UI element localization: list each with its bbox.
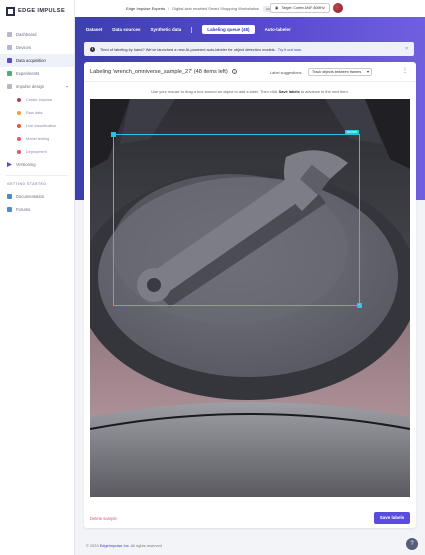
live-classification-icon [17,123,21,128]
sidebar-item-impulse-design[interactable]: Impulse design ▾ [0,80,74,93]
footer: © 2024 EdgeImpulse Inc. All rights reser… [86,543,162,548]
sidebar-item-dashboard[interactable]: Dashboard [0,28,74,41]
sidebar-subitem-label: Raw data [26,110,43,115]
bbox-move-handle[interactable] [111,132,116,137]
auto-labeler-alert: i Tired of labeling by hand? We've launc… [84,42,414,56]
labeling-card: Labeling 'wrench_omniverse_sample_27' (4… [84,62,416,528]
delete-sample-link[interactable]: Delete sample [90,516,117,521]
raw-data-icon [17,110,21,115]
chevron-down-icon: ▾ [65,84,68,89]
footer-brand-link[interactable]: EdgeImpulse Inc. [100,543,130,548]
label-suggestions-select[interactable]: Track objects between frames [308,68,372,76]
tab-data-sources[interactable]: Data sources [112,27,140,32]
tab-divider [191,26,193,33]
create-impulse-icon [17,97,21,102]
sidebar-item-label: Documentation [16,194,45,199]
sidebar: EDGE IMPULSE Dashboard Devices Data acqu… [0,0,75,555]
instruction-pre: Use your mouse to drag a box around an o… [151,89,278,94]
forums-icon [7,207,12,212]
getting-started-heading: GETTING STARTED [7,182,47,186]
labeling-canvas[interactable]: wrench ⤡ [90,99,410,497]
save-labels-button[interactable]: Save labels [374,512,410,524]
tab-auto-labeler[interactable]: Auto-labeler [265,27,291,32]
sidebar-subitem-create-impulse[interactable]: Create impulse [0,93,74,106]
sidebar-item-forums[interactable]: Forums [0,203,74,216]
sidebar-item-label: Data acquisition [16,58,46,63]
sidebar-item-label: Forums [16,207,31,212]
target-device-label: Target: Cortex-M4F 80MHz [281,6,325,10]
dashboard-icon [7,32,12,37]
documentation-icon [7,194,12,199]
labeling-instruction: Use your mouse to drag a box around an o… [84,89,416,94]
resize-icon[interactable]: ⤡ [357,303,362,308]
label-suggestions-label: Label suggestions: [270,70,303,75]
instruction-bold: Save labels [278,89,300,94]
sidebar-item-devices[interactable]: Devices [0,41,74,54]
sidebar-nav: Dashboard Devices Data acquisition Exper… [0,28,74,216]
sidebar-item-documentation[interactable]: Documentation [0,190,74,203]
sidebar-item-versioning[interactable]: Versioning [0,158,74,171]
bounding-box[interactable]: wrench ⤡ [111,130,362,308]
sidebar-item-experiments[interactable]: Experiments [0,67,74,80]
labeling-title-text: Labeling 'wrench_omniverse_sample_27' (4… [90,69,228,75]
card-divider [84,81,416,82]
tab-dataset[interactable]: Dataset [86,27,102,32]
help-icon[interactable]: ? [406,538,418,550]
sidebar-subitem-deployment[interactable]: Deployment [0,145,74,158]
alert-link[interactable]: Try it out now. [278,47,302,52]
brand-logo[interactable]: EDGE IMPULSE [0,0,74,22]
impulse-icon [7,84,12,89]
sidebar-subitem-label: Deployment [26,149,47,154]
sidebar-subitem-label: Live classification [26,123,57,128]
sidebar-subitem-label: Model testing [26,136,50,141]
sidebar-item-label: Versioning [16,162,36,167]
deployment-icon [17,149,21,154]
sidebar-item-label: Experiments [16,71,40,76]
chip-icon: ▣ [275,6,279,10]
more-options-icon[interactable]: ⋮ [402,67,408,74]
experiments-icon [7,71,12,76]
breadcrumb-project[interactable]: Digital-twin enabled Smart Shopping Work… [172,6,259,11]
versioning-icon [7,162,12,167]
sidebar-item-label: Devices [16,45,31,50]
sidebar-item-label: Dashboard [16,32,37,37]
sidebar-subitem-label: Create impulse [26,97,53,102]
instruction-post: to advance to the next item. [300,89,349,94]
database-icon [7,58,12,63]
sidebar-subitem-live-classification[interactable]: Live classification [0,119,74,132]
tab-synthetic-data[interactable]: Synthetic data [151,27,182,32]
info-icon[interactable]: i [232,69,238,75]
model-testing-icon [17,136,21,141]
devices-icon [7,45,12,50]
avatar[interactable] [333,3,343,13]
footer-copyright: © 2024 [86,543,99,548]
sidebar-item-label: Impulse design [16,84,45,89]
target-device-button[interactable]: ▣ Target: Cortex-M4F 80MHz [270,3,330,13]
bbox-label[interactable]: wrench [344,130,359,135]
alert-text: Tired of labeling by hand? We've launche… [100,46,276,52]
sidebar-divider [6,175,68,176]
data-acquisition-tabs: Dataset Data sources Synthetic data Labe… [86,24,291,35]
breadcrumb-org[interactable]: Edge Impulse Experts [126,6,165,11]
sidebar-subitem-model-testing[interactable]: Model testing [0,132,74,145]
close-icon[interactable]: × [405,46,408,52]
sidebar-subitem-raw-data[interactable]: Raw data [0,106,74,119]
breadcrumb-separator: / [168,6,170,11]
sidebar-item-data-acquisition[interactable]: Data acquisition [0,54,74,67]
info-icon: i [90,46,95,52]
brand-name: EDGE IMPULSE [18,8,66,14]
labeling-title: Labeling 'wrench_omniverse_sample_27' (4… [90,69,238,75]
top-bar: Edge Impulse Experts / Digital-twin enab… [75,0,425,17]
tab-labeling-queue[interactable]: Labeling queue (48) [202,25,255,34]
edge-impulse-logo-icon [6,6,15,16]
footer-rights: All rights reserved [130,543,162,548]
